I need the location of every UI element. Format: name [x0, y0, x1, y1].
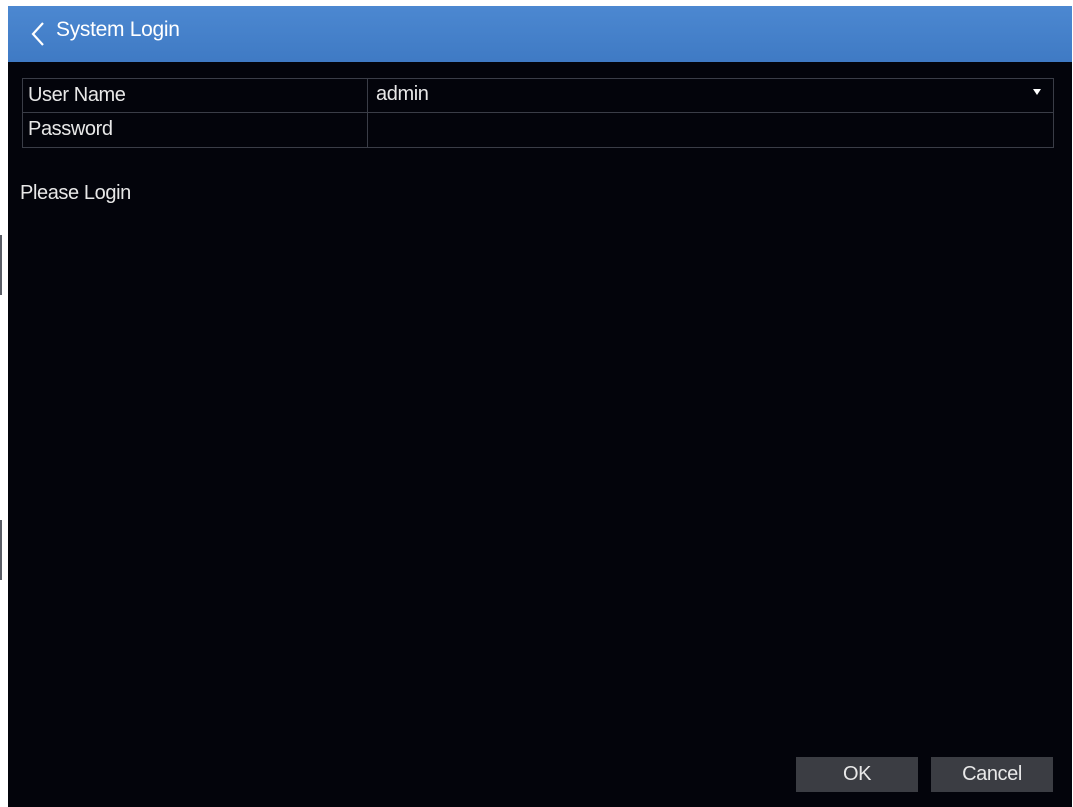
left-edge-highlight-lower [0, 520, 2, 580]
username-value: admin [376, 83, 429, 105]
username-row: User Name admin [23, 79, 1053, 113]
chevron-left-icon[interactable] [28, 20, 48, 48]
cancel-button[interactable]: Cancel [931, 757, 1053, 792]
left-edge-highlight [0, 235, 2, 295]
username-label: User Name [23, 79, 368, 112]
username-select[interactable]: admin [368, 79, 1053, 112]
password-field[interactable] [368, 113, 1053, 147]
login-form: User Name admin Password [22, 78, 1054, 148]
login-dialog: System Login User Name admin Password Pl… [8, 6, 1072, 807]
title-bar: System Login [8, 6, 1072, 62]
status-message: Please Login [20, 182, 131, 204]
ok-button[interactable]: OK [796, 757, 918, 792]
window-title: System Login [56, 18, 180, 41]
password-label: Password [23, 113, 368, 147]
caret-down-icon[interactable] [1033, 89, 1041, 95]
password-row: Password [23, 113, 1053, 147]
